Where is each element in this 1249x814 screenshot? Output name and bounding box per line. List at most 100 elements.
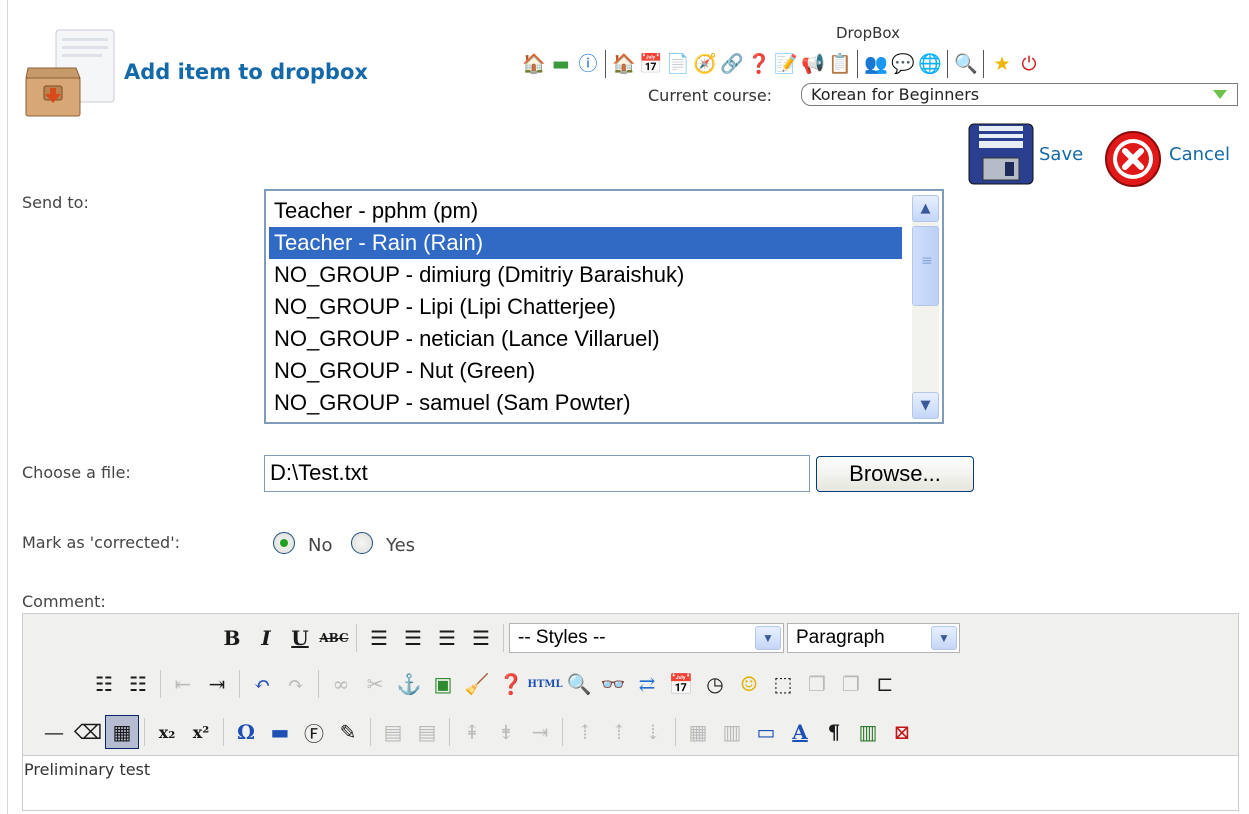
horizontal-rule-icon[interactable]: —: [37, 715, 71, 749]
recipient-option[interactable]: Teacher - pphm (pm): [269, 195, 902, 227]
browse-button[interactable]: Browse...: [816, 456, 974, 492]
merge-cells-icon[interactable]: ▥: [715, 715, 749, 749]
outdent-icon[interactable]: ⇤: [166, 667, 200, 701]
table-cell-props-icon[interactable]: ▤: [410, 715, 444, 749]
crop-icon[interactable]: ⊏: [868, 667, 902, 701]
users-icon[interactable]: 👥: [863, 51, 889, 77]
listbox-scrollbar[interactable]: ▲ ▼: [912, 195, 939, 419]
layer-icon[interactable]: ▭: [749, 715, 783, 749]
insert-date-icon[interactable]: 📅: [664, 667, 698, 701]
introduction-icon[interactable]: ⓘ: [575, 51, 601, 77]
favorite-icon[interactable]: ★: [989, 51, 1015, 77]
align-center-icon[interactable]: ☰: [396, 621, 430, 655]
editor-toolbar-row-3: — ⌫ ▦ x₂ x² Ω ▬ Ⓕ ✎ ▤ ▤ ⇞ ⇟ ⇥ ⇡ ⇡ ⇣ ▦ ▥ …: [37, 712, 919, 752]
help-icon[interactable]: ❓: [746, 51, 772, 77]
numbered-list-icon[interactable]: ☷: [121, 667, 155, 701]
table-row-props-icon[interactable]: ▤: [376, 715, 410, 749]
unlink-icon[interactable]: ✂: [358, 667, 392, 701]
recipient-option[interactable]: NO_GROUP - netician (Lance Villaruel): [269, 323, 902, 355]
font-color-icon[interactable]: A: [783, 715, 817, 749]
strikethrough-icon[interactable]: ABC: [317, 621, 351, 655]
insert-row-after-icon[interactable]: ⇟: [489, 715, 523, 749]
links-icon[interactable]: 🔗: [719, 51, 745, 77]
scroll-up-arrow-icon[interactable]: ▲: [912, 195, 939, 222]
insert-col-after-icon[interactable]: ⇡: [602, 715, 636, 749]
cancel-x-icon[interactable]: [1102, 130, 1164, 188]
corrected-no-radio[interactable]: [273, 532, 295, 554]
chat-icon[interactable]: 💬: [890, 51, 916, 77]
comment-text-area[interactable]: Preliminary test: [23, 755, 1238, 810]
edit-icon[interactable]: ✎: [331, 715, 365, 749]
eraser-icon[interactable]: ⌫: [71, 715, 105, 749]
insert-time-icon[interactable]: ◷: [698, 667, 732, 701]
course-homepage-icon[interactable]: 🏠: [611, 51, 637, 77]
insert-col-before-icon[interactable]: ⇡: [568, 715, 602, 749]
recipient-option[interactable]: NO_GROUP - Nut (Green): [269, 355, 902, 387]
homepage-icon[interactable]: 🏠: [521, 51, 547, 77]
replace-icon[interactable]: ⇄: [630, 667, 664, 701]
indent-icon[interactable]: ⇥: [200, 667, 234, 701]
find-icon[interactable]: 👓: [596, 667, 630, 701]
paste-icon[interactable]: ❐: [834, 667, 868, 701]
corrected-yes-label[interactable]: Yes: [386, 535, 415, 556]
preview-icon[interactable]: 🔍: [562, 667, 596, 701]
html-source-icon[interactable]: HTML: [528, 667, 563, 701]
copy-icon[interactable]: ❐: [800, 667, 834, 701]
split-cells-icon[interactable]: ▦: [681, 715, 715, 749]
learning-path-icon[interactable]: 🧭: [692, 51, 718, 77]
redo-icon[interactable]: ↷: [279, 667, 313, 701]
current-course-select[interactable]: Korean for Beginners: [801, 83, 1238, 106]
cleanup-icon[interactable]: 🧹: [460, 667, 494, 701]
superscript-icon[interactable]: x²: [184, 715, 218, 749]
bullet-list-icon[interactable]: ☷: [87, 667, 121, 701]
special-character-icon[interactable]: Ω: [229, 715, 263, 749]
recipients-listbox[interactable]: Teacher - pphm (pm) Teacher - Rain (Rain…: [264, 189, 944, 424]
recipient-option[interactable]: NO_GROUP - Lipi (Lipi Chatterjee): [269, 291, 902, 323]
paragraph-mark-icon[interactable]: ¶: [817, 715, 851, 749]
horizontal-line-icon[interactable]: ▬: [263, 715, 297, 749]
emoticon-icon[interactable]: ☺: [732, 667, 766, 701]
insert-row-before-icon[interactable]: ⇞: [455, 715, 489, 749]
scroll-thumb[interactable]: [912, 226, 939, 306]
save-button[interactable]: Save: [1039, 144, 1083, 165]
floppy-disk-icon[interactable]: [967, 122, 1035, 186]
exercises-icon[interactable]: 📝: [773, 51, 799, 77]
help-icon[interactable]: ❓: [494, 667, 528, 701]
link-icon[interactable]: ∞: [324, 667, 358, 701]
file-path-input[interactable]: D:\Test.txt: [264, 455, 810, 492]
forum-icon[interactable]: 📋: [827, 51, 853, 77]
image-icon[interactable]: ▣: [426, 667, 460, 701]
wiki-icon[interactable]: 🌐: [917, 51, 943, 77]
subscript-icon[interactable]: x₂: [150, 715, 184, 749]
flash-icon[interactable]: Ⓕ: [297, 715, 331, 749]
cancel-button[interactable]: Cancel: [1169, 144, 1230, 165]
underline-icon[interactable]: U: [283, 621, 317, 655]
logout-icon[interactable]: ⏻: [1016, 51, 1042, 77]
styles-select[interactable]: -- Styles -- ▼: [509, 623, 784, 653]
documents-icon[interactable]: 📄: [665, 51, 691, 77]
bold-icon[interactable]: B: [215, 621, 249, 655]
table-icon[interactable]: ▦: [105, 715, 139, 749]
align-left-icon[interactable]: ☰: [362, 621, 396, 655]
corrected-yes-radio[interactable]: [351, 532, 373, 554]
delete-row-icon[interactable]: ⇥: [523, 715, 557, 749]
undo-icon[interactable]: ↶: [245, 667, 279, 701]
recipient-option-selected[interactable]: Teacher - Rain (Rain): [269, 227, 902, 259]
select-all-icon[interactable]: ⬚: [766, 667, 800, 701]
format-select[interactable]: Paragraph ▼: [787, 623, 960, 653]
anchor-icon[interactable]: ⚓: [392, 667, 426, 701]
media-icon[interactable]: ▥: [851, 715, 885, 749]
scroll-down-arrow-icon[interactable]: ▼: [912, 392, 939, 419]
align-right-icon[interactable]: ☰: [430, 621, 464, 655]
announcements-icon[interactable]: 📢: [800, 51, 826, 77]
page-break-icon[interactable]: ⊠: [885, 715, 919, 749]
italic-icon[interactable]: I: [249, 621, 283, 655]
search-icon[interactable]: 🔍: [953, 51, 979, 77]
course-description-icon[interactable]: ▬: [548, 51, 574, 77]
align-justify-icon[interactable]: ☰: [464, 621, 498, 655]
agenda-icon[interactable]: 📅: [638, 51, 664, 77]
corrected-no-label[interactable]: No: [308, 535, 332, 556]
recipient-option[interactable]: NO_GROUP - samuel (Sam Powter): [269, 387, 902, 419]
delete-col-icon[interactable]: ⇣: [636, 715, 670, 749]
recipient-option[interactable]: NO_GROUP - dimiurg (Dmitriy Baraishuk): [269, 259, 902, 291]
